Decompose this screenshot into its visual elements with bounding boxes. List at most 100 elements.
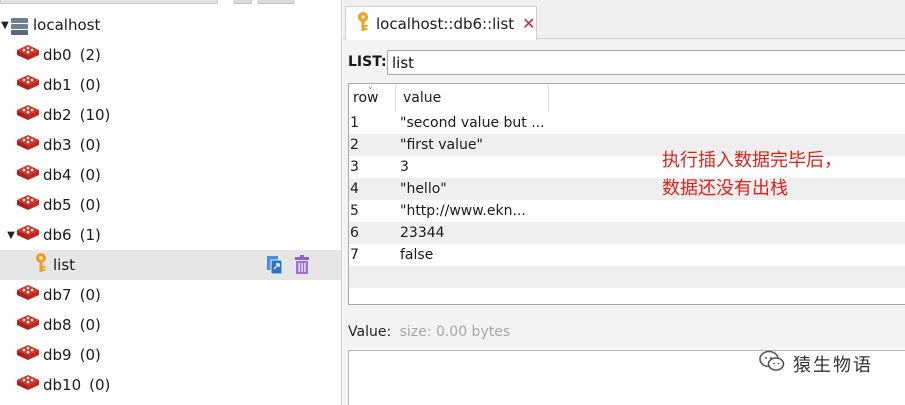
db-key-count: (0) <box>79 286 101 304</box>
database-icon <box>16 44 40 66</box>
row-index: 1 <box>350 115 359 131</box>
close-tab-icon[interactable]: ✕ <box>522 14 535 33</box>
tab-key-view[interactable]: localhost::db6::list ✕ <box>345 6 537 40</box>
annotation-line: 数据还没有出栈 <box>662 178 788 199</box>
watermark-text: 猿生物语 <box>793 354 873 376</box>
tree-db-node[interactable]: db0 (2) <box>0 40 341 70</box>
tree-server-node[interactable]: ▼ localhost <box>0 10 341 40</box>
annotation-line: 执行插入数据完毕后， <box>662 150 842 171</box>
value-size: size: 0.00 bytes <box>399 324 511 340</box>
db-key-count: (0) <box>79 316 101 334</box>
tree-db-node[interactable]: ▼ db6 (1) <box>0 220 341 250</box>
empty-row <box>349 266 905 288</box>
key-label: list <box>53 256 76 274</box>
tree-db-node[interactable]: db5 (0) <box>0 190 341 220</box>
db-label: db0 <box>43 46 72 64</box>
table-row[interactable]: 5 "http://www.ekn... <box>349 200 905 222</box>
row-index: 4 <box>350 181 359 197</box>
tree-db-node[interactable]: db1 (0) <box>0 70 341 100</box>
db-key-count: (0) <box>89 376 111 394</box>
database-icon <box>16 314 40 336</box>
database-icon <box>16 224 40 246</box>
table-row[interactable]: 6 23344 <box>349 222 905 244</box>
key-type-label: LIST: <box>348 54 387 70</box>
db-key-count: (0) <box>79 196 101 214</box>
database-icon <box>16 104 40 126</box>
db-key-count: (10) <box>79 106 111 124</box>
delete-key-icon[interactable] <box>294 255 310 279</box>
db-label: db1 <box>43 76 72 94</box>
table-row[interactable]: 1 "second value but ... <box>349 112 905 134</box>
db-key-count: (0) <box>79 76 101 94</box>
db-key-count: (0) <box>79 136 101 154</box>
value-label: Value: <box>348 324 392 340</box>
tree-db-node[interactable]: db8 (0) <box>0 310 341 340</box>
db-key-count: (0) <box>79 346 101 364</box>
row-index: 6 <box>350 225 359 241</box>
tree-db-node[interactable]: db7 (0) <box>0 280 341 310</box>
tree-db-node[interactable]: db9 (0) <box>0 340 341 370</box>
db-label: db7 <box>43 286 72 304</box>
toolbar-button[interactable] <box>234 0 252 4</box>
connection-tree: ▼ localhost db0 (2) db1 (0) db2 (10) db3 (0) db4… <box>0 0 342 405</box>
db-label: db4 <box>43 166 72 184</box>
row-value: 3 <box>400 159 409 175</box>
db-label: db2 <box>43 106 72 124</box>
row-index: 2 <box>350 137 359 153</box>
server-icon <box>10 17 29 35</box>
tree-db-node[interactable]: db3 (0) <box>0 130 341 160</box>
db-key-count: (1) <box>79 226 101 244</box>
wechat-icon <box>759 350 785 377</box>
tree-key-node-list[interactable]: list <box>0 250 341 280</box>
value-header: Value: size: 0.00 bytes <box>348 324 510 340</box>
toolbar-button[interactable] <box>258 0 294 4</box>
annotation-text: 执行插入数据完毕后， 数据还没有出栈 <box>662 147 842 203</box>
tab-label: localhost::db6::list <box>376 14 515 33</box>
db-label: db10 <box>43 376 82 394</box>
database-icon <box>16 134 40 156</box>
database-icon <box>16 284 40 306</box>
db-label: db3 <box>43 136 72 154</box>
tree-db-node[interactable]: db4 (0) <box>0 160 341 190</box>
key-type-row: LIST: <box>343 48 905 76</box>
tree-db-node[interactable]: db10 (0) <box>0 370 341 400</box>
toolbar-filter-field[interactable] <box>0 0 218 4</box>
key-icon <box>356 11 370 36</box>
row-index: 7 <box>350 247 359 263</box>
column-header-row[interactable]: ⌄ row <box>349 84 396 112</box>
table-row[interactable]: 7 false <box>349 244 905 266</box>
watermark: 猿生物语 <box>759 350 873 377</box>
db-label: db6 <box>43 226 72 244</box>
database-icon <box>16 164 40 186</box>
row-value: "hello" <box>400 181 447 197</box>
row-value: "second value but ... <box>400 115 545 131</box>
db-label: db5 <box>43 196 72 214</box>
row-value: false <box>400 247 434 263</box>
row-value: "first value" <box>400 137 483 153</box>
db-label: db9 <box>43 346 72 364</box>
database-icon <box>16 194 40 216</box>
row-value: "http://www.ekn... <box>400 203 526 219</box>
tree-db-node[interactable]: db2 (10) <box>0 100 341 130</box>
tab-bar: localhost::db6::list ✕ <box>343 0 905 40</box>
expand-caret-icon[interactable]: ▼ <box>6 230 16 241</box>
row-index: 5 <box>350 203 359 219</box>
server-label: localhost <box>33 16 101 34</box>
copy-key-icon[interactable] <box>266 255 284 279</box>
tree-toolbar-remnant <box>0 0 341 7</box>
column-header-value[interactable]: value <box>396 84 549 112</box>
table-header: ⌄ row value <box>349 84 905 112</box>
key-editor-panel: localhost::db6::list ✕ LIST: ⌄ row value… <box>343 0 905 405</box>
db-key-count: (0) <box>79 166 101 184</box>
row-value: 23344 <box>400 225 445 241</box>
db-key-count: (2) <box>79 46 101 64</box>
sort-indicator-icon: ⌄ <box>367 83 374 91</box>
database-icon <box>16 74 40 96</box>
row-index: 3 <box>350 159 359 175</box>
db-label: db8 <box>43 316 72 334</box>
expand-caret-icon[interactable]: ▼ <box>0 20 10 31</box>
database-icon <box>16 374 40 396</box>
key-name-field[interactable] <box>387 50 905 75</box>
key-icon <box>34 253 48 277</box>
database-icon <box>16 344 40 366</box>
